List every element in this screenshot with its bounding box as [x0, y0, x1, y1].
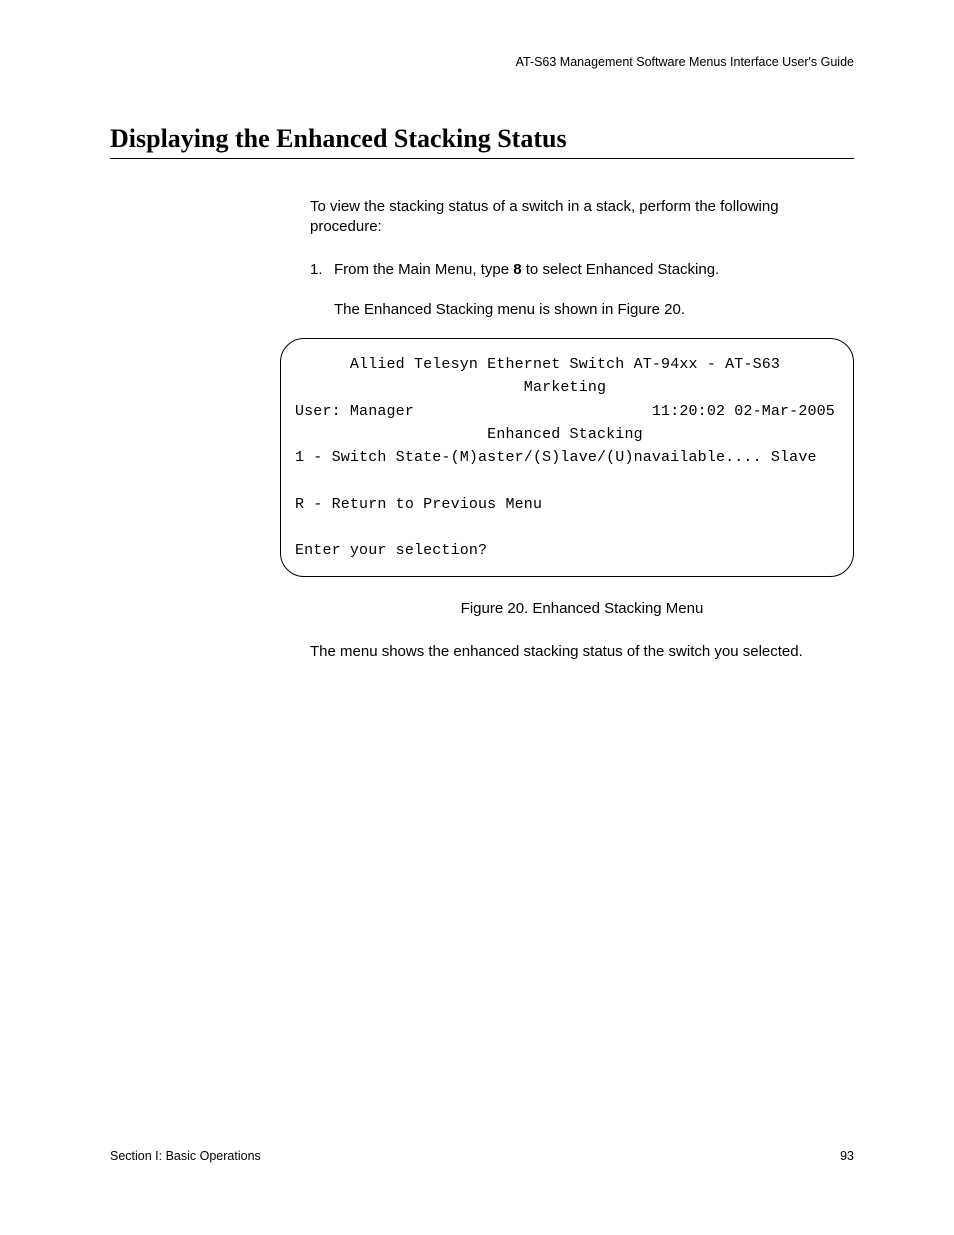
step-1-post: to select Enhanced Stacking.: [522, 261, 720, 278]
step-1-text: From the Main Menu, type 8 to select Enh…: [334, 260, 854, 280]
step-1-bold: 8: [513, 261, 521, 278]
term-line-9: Enter your selection?: [295, 542, 487, 559]
term-line-2: Marketing: [295, 379, 606, 396]
terminal-screenshot: Allied Telesyn Ethernet Switch AT-94xx -…: [280, 338, 854, 577]
intro-paragraph: To view the stacking status of a switch …: [310, 197, 854, 238]
term-line-5: 1 - Switch State-(M)aster/(S)lave/(U)nav…: [295, 449, 817, 466]
footer-section: Section I: Basic Operations: [110, 1149, 261, 1163]
figure-caption: Figure 20. Enhanced Stacking Menu: [310, 599, 854, 619]
term-line-1: Allied Telesyn Ethernet Switch AT-94xx -…: [295, 356, 780, 373]
running-header: AT-S63 Management Software Menus Interfa…: [110, 55, 854, 69]
term-line-3: User: Manager 11:20:02 02-Mar-2005: [295, 403, 835, 420]
step-1-pre: From the Main Menu, type: [334, 261, 513, 278]
term-line-7: R - Return to Previous Menu: [295, 496, 542, 513]
term-line-4: Enhanced Stacking: [295, 426, 643, 443]
step-1: 1. From the Main Menu, type 8 to select …: [310, 260, 854, 280]
after-figure-paragraph: The menu shows the enhanced stacking sta…: [310, 642, 854, 662]
footer-page-number: 93: [840, 1149, 854, 1163]
section-title: Displaying the Enhanced Stacking Status: [110, 124, 854, 154]
step-1-number: 1.: [310, 260, 334, 280]
page-footer: Section I: Basic Operations 93: [110, 1149, 854, 1163]
title-rule: [110, 158, 854, 159]
step-1-follow: The Enhanced Stacking menu is shown in F…: [334, 300, 854, 320]
